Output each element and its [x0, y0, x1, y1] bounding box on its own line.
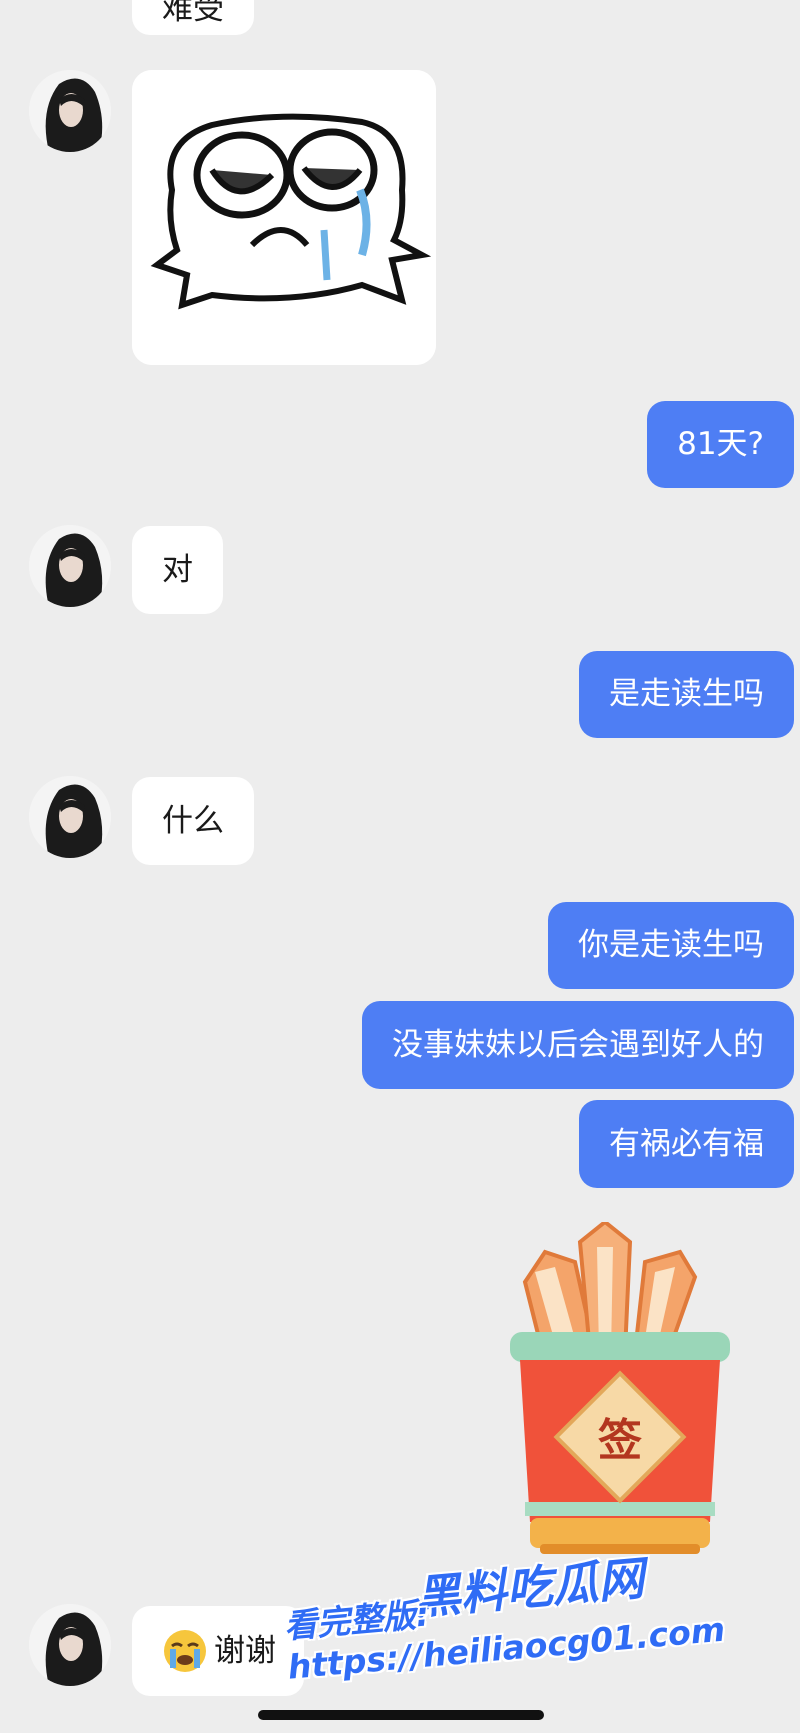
crying-sticker[interactable]: [132, 70, 436, 365]
home-indicator[interactable]: [258, 1710, 544, 1720]
message-text: 你是走读生吗: [578, 927, 764, 963]
message-text: 难受: [162, 0, 224, 27]
message-bubble-outgoing[interactable]: 有祸必有福: [579, 1100, 794, 1188]
message-text: 81天?: [677, 426, 764, 462]
avatar[interactable]: [29, 70, 111, 152]
message-bubble-incoming[interactable]: 对: [132, 526, 223, 614]
message-bubble-outgoing[interactable]: 81天?: [647, 401, 794, 488]
message-text: 是走读生吗: [609, 676, 764, 712]
message-text: 没事妹妹以后会遇到好人的: [392, 1026, 764, 1063]
fortune-sticks-sticker[interactable]: 签: [505, 1219, 735, 1572]
fortune-jar-label: 签: [598, 1415, 642, 1466]
message-text: 什么: [162, 802, 224, 839]
message-bubble-incoming[interactable]: 谢谢: [132, 1606, 304, 1696]
message-bubble-incoming[interactable]: 什么: [132, 777, 254, 865]
message-text: 谢谢: [214, 1632, 276, 1669]
message-bubble-incoming-partial[interactable]: 难受: [132, 0, 254, 35]
message-bubble-outgoing[interactable]: 没事妹妹以后会遇到好人的: [362, 1001, 794, 1089]
message-text: 有祸必有福: [609, 1125, 764, 1162]
message-text: 对: [162, 551, 193, 588]
crying-face-emoji: [162, 1628, 208, 1674]
message-bubble-outgoing[interactable]: 你是走读生吗: [548, 902, 794, 989]
avatar[interactable]: [29, 1604, 111, 1686]
avatar[interactable]: [29, 525, 111, 607]
avatar[interactable]: [29, 776, 111, 858]
message-bubble-outgoing[interactable]: 是走读生吗: [579, 651, 794, 738]
